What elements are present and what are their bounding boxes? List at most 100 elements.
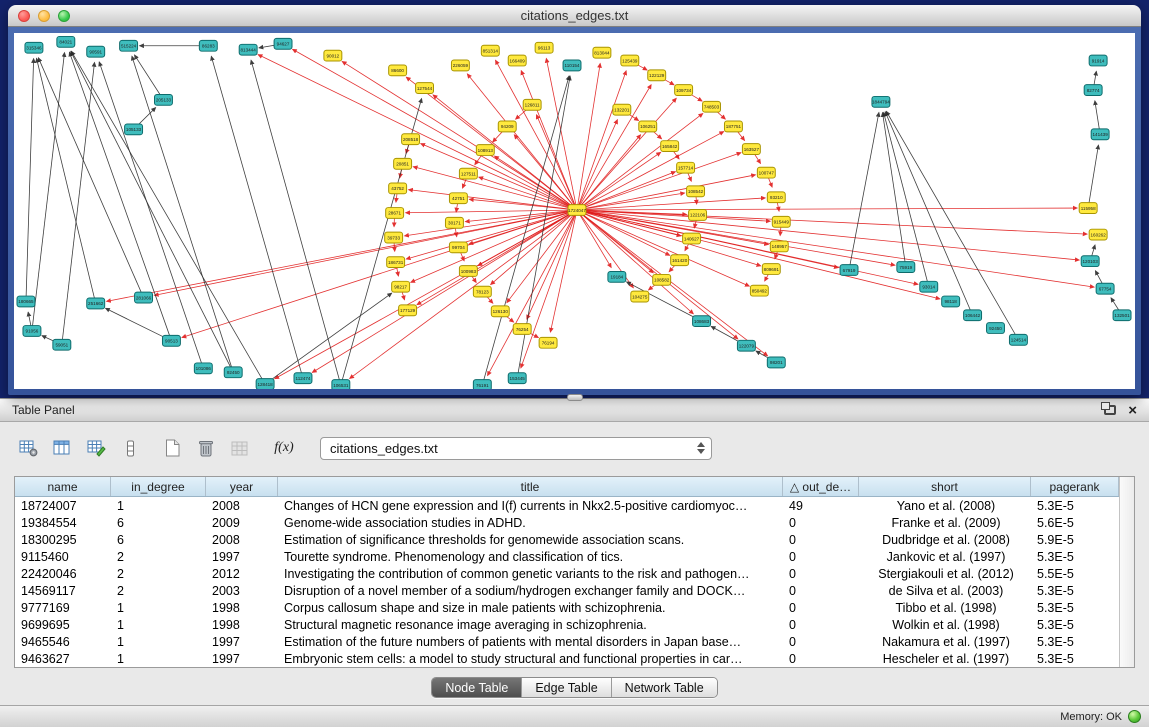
graph-node[interactable]: 122106 [689,210,707,221]
table-row[interactable]: 1456911722003Disruption of a novel membe… [15,582,1119,599]
delete-table-button[interactable] [192,435,220,461]
graph-node[interactable]: 94209 [498,121,516,132]
graph-node[interactable]: 132501 [1113,310,1131,321]
table-row[interactable]: 946362711997Embryonic stem cells: a mode… [15,650,1119,667]
graph-node[interactable]: 30171 [445,217,463,228]
graph-node[interactable]: 76191 [473,380,491,389]
row-options-button[interactable] [116,435,144,461]
graph-node[interactable]: 43752 [389,183,407,194]
graph-node[interactable]: 165842 [661,141,679,152]
graph-node[interactable]: 157714 [677,162,695,173]
import-table-button[interactable] [226,435,254,461]
graph-node[interactable]: 115958 [1079,203,1097,214]
graph-node[interactable]: 163527 [742,144,760,155]
graph-node[interactable]: 93014 [920,281,938,292]
graph-node[interactable]: 105133 [125,124,143,135]
graph-node[interactable]: 166409 [508,55,526,66]
edit-table-button[interactable] [82,435,110,461]
graph-node[interactable]: 813444 [239,44,257,55]
graph-node[interactable]: 20851 [394,158,412,169]
graph-node[interactable]: 186731 [387,257,405,268]
graph-node[interactable]: 1724047 [568,205,586,216]
column-header-in_degree[interactable]: in_degree [111,477,206,496]
graph-node[interactable]: 187751 [724,121,742,132]
column-header-short[interactable]: short [859,477,1031,496]
table-vertical-scrollbar[interactable] [1119,477,1134,667]
tab-node-table[interactable]: Node Table [432,678,521,697]
graph-node[interactable]: 90591 [87,46,105,57]
column-header-title[interactable]: title [278,477,783,496]
table-settings-button[interactable] [14,435,42,461]
table-row[interactable]: 1830029562008Estimation of significance … [15,531,1119,548]
graph-node[interactable]: 160262 [1089,229,1107,240]
column-header-pagerank[interactable]: pagerank [1031,477,1119,496]
table-row[interactable]: 969969511998Structural magnetic resonanc… [15,616,1119,633]
graph-node[interactable]: 96113 [535,42,553,53]
graph-node[interactable]: 106442 [964,310,982,321]
graph-node[interactable]: 122079 [737,340,755,351]
tab-edge-table[interactable]: Edge Table [521,678,610,697]
graph-node[interactable]: 127511 [459,168,477,179]
graph-node[interactable]: 99704 [449,242,467,253]
graph-node[interactable]: 148957 [770,241,788,252]
function-builder-button[interactable]: f(x) [268,435,300,461]
graph-node[interactable]: 98201 [767,357,785,368]
graph-node[interactable]: 108582 [653,274,671,285]
graph-node[interactable]: 106531 [332,380,350,389]
table-row[interactable]: 1872400712008Changes of HCN gene express… [15,497,1119,514]
graph-node[interactable]: 90012 [324,50,342,61]
graph-node[interactable]: 101086 [194,363,212,374]
graph-node[interactable]: 128418 [256,379,274,389]
table-row[interactable]: 911546021997Tourette syndrome. Phenomeno… [15,548,1119,565]
column-header-name[interactable]: name [15,477,111,496]
graph-node[interactable]: 92450 [224,367,242,378]
close-panel-icon[interactable]: × [1128,403,1137,418]
graph-node[interactable]: 19184 [608,271,626,282]
table-row[interactable]: 977716911998Corpus callosum shape and si… [15,599,1119,616]
graph-node[interactable]: 1844794 [872,96,890,107]
new-table-button[interactable] [158,435,186,461]
graph-node[interactable]: 127544 [416,83,434,94]
graph-node[interactable]: 82774 [1084,85,1102,96]
graph-node[interactable]: 180665 [17,296,35,307]
graph-node[interactable]: 75919 [897,262,915,273]
graph-node[interactable]: 813044 [593,47,611,58]
graph-node[interactable]: 91914 [1089,55,1107,66]
graph-node[interactable]: 125439 [621,55,639,66]
graph-node[interactable]: 809691 [762,264,780,275]
graph-node[interactable]: 226059 [451,60,469,71]
graph-node[interactable]: 140627 [683,233,701,244]
graph-node[interactable]: 112474 [294,373,312,384]
graph-node[interactable]: 124514 [1009,334,1027,345]
column-header-out_degree[interactable]: △ out_de… [783,477,859,496]
graph-node[interactable]: 126130 [491,306,509,317]
graph-node[interactable]: 86283 [199,40,217,51]
graph-node[interactable]: 39733 [385,232,403,243]
graph-node[interactable]: 67754 [1096,283,1114,294]
graph-node[interactable]: 91056 [23,326,41,337]
graph-node[interactable]: 205133 [154,94,172,105]
graph-node[interactable]: 281066 [135,292,153,303]
graph-node[interactable]: 93210 [767,192,785,203]
graph-node[interactable]: 110154 [563,60,581,71]
graph-node[interactable]: 177129 [399,305,417,316]
graph-node[interactable]: 98118 [942,296,960,307]
graph-node[interactable]: 108542 [687,186,705,197]
network-canvas[interactable]: 3153468402190591515224862838134449462790… [14,33,1135,389]
panel-resize-handle[interactable] [567,394,583,401]
show-columns-button[interactable] [48,435,76,461]
graph-node[interactable]: 161420 [671,255,689,266]
graph-node[interactable]: 748503 [703,101,721,112]
tab-network-table[interactable]: Network Table [611,678,717,697]
graph-node[interactable]: 208518 [402,134,420,145]
graph-node[interactable]: 76194 [539,337,557,348]
table-row[interactable]: 2242004622012Investigating the contribut… [15,565,1119,582]
table-row[interactable]: 1938455462009Genome-wide association stu… [15,514,1119,531]
graph-node[interactable]: 851314 [481,45,499,56]
graph-node[interactable]: 86600 [389,65,407,76]
graph-node[interactable]: 92450 [987,323,1005,334]
graph-node[interactable]: 59051 [53,339,71,350]
graph-node[interactable]: 90513 [162,335,180,346]
graph-node[interactable]: 84021 [57,36,75,47]
graph-node[interactable]: 100747 [757,167,775,178]
